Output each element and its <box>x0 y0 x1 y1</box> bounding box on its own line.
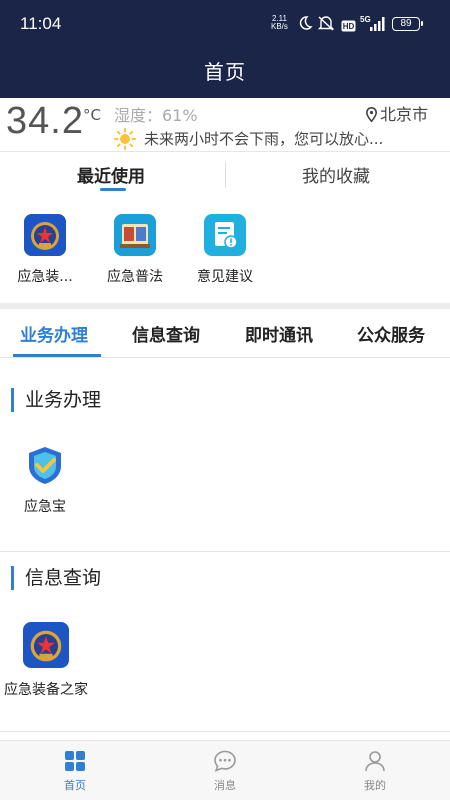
signal-icon: 5G <box>360 13 386 37</box>
feedback-document-icon <box>204 214 246 256</box>
svg-text:HD: HD <box>343 22 355 31</box>
app-emergency-law[interactable]: 应急普法 <box>97 214 173 286</box>
tab-public-service[interactable]: 公众服务 <box>357 321 425 346</box>
forecast-text: 未来两小时不会下雨，您可以放心... <box>144 130 384 148</box>
nav-label: 我的 <box>364 779 386 792</box>
net-speed-unit: KB/s <box>271 22 288 31</box>
app-yingjibao[interactable]: 应急宝 <box>8 444 82 516</box>
tab-recent[interactable]: 最近使用 <box>77 162 145 187</box>
shield-check-icon <box>24 444 66 486</box>
app-label: 应急装... <box>17 269 73 285</box>
nav-me[interactable]: 我的 <box>345 749 405 793</box>
location[interactable]: 北京市 <box>365 101 429 126</box>
tab-favorites[interactable]: 我的收藏 <box>302 162 370 187</box>
app-label: 应急普法 <box>107 269 163 285</box>
status-bar: 11:04 2.11 KB/s HD 5G 89 <box>0 0 450 46</box>
nav-home[interactable]: 首页 <box>45 749 105 793</box>
app-label: 应急装备之家 <box>4 682 88 698</box>
nav-messages[interactable]: 消息 <box>195 749 255 793</box>
nav-label: 首页 <box>64 779 86 792</box>
section-title-info-query: 信息查询 <box>11 566 101 590</box>
temperature-unit: °C <box>83 106 101 124</box>
moon-icon <box>297 15 313 35</box>
bottom-nav: 首页 消息 我的 <box>0 740 450 800</box>
app-label: 意见建议 <box>197 269 253 285</box>
app-feedback[interactable]: 意见建议 <box>185 214 265 286</box>
tab-divider <box>225 162 226 188</box>
tab-active-indicator <box>100 188 126 191</box>
chat-bubble-icon <box>195 749 255 773</box>
recent-favorites-tabs: 最近使用 我的收藏 <box>0 152 450 192</box>
tab-business[interactable]: 业务办理 <box>20 321 88 346</box>
app-emergency-equipment-home[interactable]: 应急装备之家 <box>0 622 92 699</box>
page-title: 首页 <box>204 60 246 84</box>
recent-apps: 应急装... 应急普法 意见建议 <box>0 200 450 303</box>
top-bar: 11:04 2.11 KB/s HD 5G 89 首页 <box>0 0 450 98</box>
humidity: 湿度：61% <box>114 106 198 125</box>
law-book-icon <box>114 214 156 256</box>
person-icon <box>345 749 405 773</box>
app-emergency-equipment[interactable]: 应急装... <box>7 214 83 286</box>
category-tabs: 业务办理 信息查询 即时通讯 公众服务 <box>0 309 450 358</box>
status-time: 11:04 <box>20 14 62 33</box>
signal-label: 5G <box>360 15 371 24</box>
section-title-business: 业务办理 <box>11 388 101 412</box>
location-pin-icon <box>365 106 378 126</box>
section-divider <box>0 731 450 732</box>
tab-instant-messaging[interactable]: 即时通讯 <box>245 321 313 346</box>
net-speed: 2.11 KB/s <box>271 15 288 31</box>
mute-icon <box>317 15 335 35</box>
tab-info-query[interactable]: 信息查询 <box>132 321 200 346</box>
battery-icon: 89 <box>392 17 423 31</box>
location-label: 北京市 <box>380 105 429 124</box>
hd-icon: HD <box>341 17 356 36</box>
section-divider <box>0 551 450 552</box>
weather-panel[interactable]: 34.2 °C 湿度：61% 北京市 未来两小时不会下雨，您可以放心... <box>0 98 450 152</box>
grid-home-icon <box>45 749 105 773</box>
nav-label: 消息 <box>214 779 236 792</box>
category-tab-indicator <box>13 354 101 357</box>
sun-icon <box>114 128 136 154</box>
temperature: 34.2 <box>6 100 84 142</box>
emergency-emblem-icon <box>24 214 66 256</box>
emergency-emblem-icon <box>23 622 69 668</box>
app-label: 应急宝 <box>24 499 66 515</box>
